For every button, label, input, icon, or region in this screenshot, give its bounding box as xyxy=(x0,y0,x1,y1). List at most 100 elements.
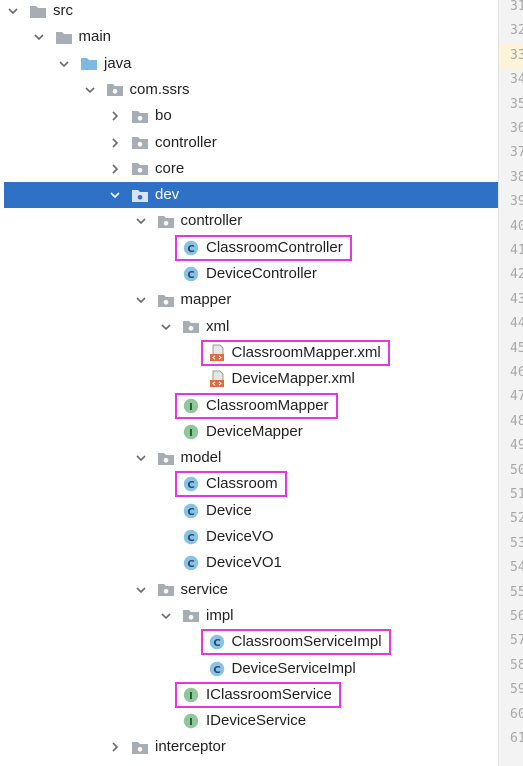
line-number: 32 xyxy=(510,23,523,39)
line-number: 53 xyxy=(510,535,523,551)
tree-node-xml[interactable]: xml xyxy=(0,314,498,340)
package-icon xyxy=(182,608,200,624)
tree-node-bo[interactable]: bo xyxy=(0,103,498,129)
package-icon xyxy=(106,82,124,98)
line-number: 34 xyxy=(510,72,523,88)
tree-node-label: controller xyxy=(180,212,243,230)
svg-text:I: I xyxy=(189,717,193,728)
line-number: 37 xyxy=(510,145,523,161)
line-number: 50 xyxy=(510,462,523,478)
tree-node-label: dev xyxy=(155,186,180,204)
line-number: 38 xyxy=(510,169,523,185)
chevron-down-icon[interactable] xyxy=(33,31,45,43)
tree-node-controller[interactable]: controller xyxy=(0,130,498,156)
chevron-down-icon[interactable] xyxy=(135,584,147,596)
chevron-right-icon[interactable] xyxy=(109,137,121,149)
tree-node-label: bo xyxy=(155,107,172,125)
tree-node-main[interactable]: main xyxy=(0,24,498,50)
tree-node-label: core xyxy=(155,159,185,177)
tree-node-devicemapper-xml[interactable]: DeviceMapper.xml xyxy=(0,366,498,392)
tree-node-impl[interactable]: impl xyxy=(0,603,498,629)
line-number: 54 xyxy=(510,560,523,576)
tree-node-model[interactable]: model xyxy=(0,445,498,471)
package-icon xyxy=(157,582,175,598)
svg-text:C: C xyxy=(187,533,194,544)
tree-node-src[interactable]: src xyxy=(0,0,498,24)
class-icon: C xyxy=(182,555,200,571)
chevron-down-icon[interactable] xyxy=(7,5,19,17)
chevron-down-icon[interactable] xyxy=(160,321,172,333)
line-number: 51 xyxy=(510,487,523,502)
project-tree[interactable]: src main java com.ssrs bo controller core dev co… xyxy=(0,0,498,766)
chevron-down-icon[interactable] xyxy=(84,84,96,96)
chevron-down-icon[interactable] xyxy=(109,189,121,201)
chevron-down-icon[interactable] xyxy=(135,452,147,464)
line-number: 44 xyxy=(510,316,523,332)
tree-node-label: ClassroomController xyxy=(206,238,343,256)
svg-text:C: C xyxy=(213,638,220,649)
chevron-down-icon[interactable] xyxy=(160,610,172,622)
tree-node-devicecontroller[interactable]: C DeviceController xyxy=(0,261,498,287)
tree-node-service[interactable]: service xyxy=(0,577,498,603)
tree-node-label: ClassroomServiceImpl xyxy=(231,633,382,651)
tree-node-deviceserviceimpl[interactable]: C DeviceServiceImpl xyxy=(0,656,498,682)
tree-node-label: impl xyxy=(206,606,234,624)
line-number: 45 xyxy=(510,340,523,356)
package-icon xyxy=(131,108,149,124)
line-number-gutter: 31 32 33 34 35 36 37 38 39 40 41 42 43 44 45 46 47 48 49 50… xyxy=(498,0,523,766)
tree-node-devicevo1[interactable]: C DeviceVO1 xyxy=(0,550,498,576)
tree-node-label: main xyxy=(78,28,112,46)
line-number: 60 xyxy=(510,706,523,722)
package-icon xyxy=(157,213,175,229)
tree-node-classroom[interactable]: C Classroom xyxy=(0,471,498,497)
tree-node-classroomserviceimpl[interactable]: C ClassroomServiceImpl xyxy=(0,629,498,655)
folder-icon xyxy=(29,3,47,19)
tree-node-devicemapper[interactable]: I DeviceMapper xyxy=(0,419,498,445)
tree-node-classroommapper[interactable]: I ClassroomMapper xyxy=(0,393,498,419)
tree-node-devicevo[interactable]: C DeviceVO xyxy=(0,524,498,550)
chevron-down-icon[interactable] xyxy=(58,58,70,70)
package-icon xyxy=(131,187,149,203)
tree-node-dev[interactable]: dev xyxy=(4,182,498,209)
class-icon: C xyxy=(182,529,200,545)
line-number: 31 xyxy=(510,0,523,14)
tree-node-com-ssrs[interactable]: com.ssrs xyxy=(0,77,498,103)
tree-node-classroomcontroller[interactable]: C ClassroomController xyxy=(0,235,498,261)
line-number: 52 xyxy=(510,511,523,527)
tree-node-label: IDeviceService xyxy=(206,712,307,730)
tree-node-java[interactable]: java xyxy=(0,51,498,77)
chevron-right-icon[interactable] xyxy=(109,163,121,175)
package-icon xyxy=(157,292,175,308)
tree-node-interceptor[interactable]: interceptor xyxy=(0,734,498,760)
chevron-right-icon[interactable] xyxy=(109,741,121,753)
tree-node-ideviceservice[interactable]: I IDeviceService xyxy=(0,708,498,734)
line-number: 42 xyxy=(510,267,523,283)
tree-node-controller[interactable]: controller xyxy=(0,208,498,234)
tree-node-device[interactable]: C Device xyxy=(0,498,498,524)
svg-text:C: C xyxy=(187,559,194,570)
line-number: 55 xyxy=(510,584,523,600)
package-icon xyxy=(131,161,149,177)
tree-node-label: com.ssrs xyxy=(129,80,190,98)
svg-text:C: C xyxy=(213,665,220,676)
tree-node-iclassroomservice[interactable]: I IClassroomService xyxy=(0,682,498,708)
tree-node-core[interactable]: core xyxy=(0,156,498,182)
tree-node-label: service xyxy=(180,580,229,598)
class-icon: C xyxy=(182,503,200,519)
tree-node-label: DeviceController xyxy=(206,265,317,282)
svg-text:C: C xyxy=(187,270,194,281)
package-icon xyxy=(157,450,175,466)
chevron-right-icon[interactable] xyxy=(109,110,121,122)
xml-file-icon xyxy=(208,344,226,361)
chevron-down-icon[interactable] xyxy=(135,294,147,306)
tree-node-mapper[interactable]: mapper xyxy=(0,287,498,313)
class-icon: C xyxy=(208,661,226,677)
tree-node-label: mapper xyxy=(180,291,232,309)
tree-node-label: ClassroomMapper xyxy=(206,396,329,414)
chevron-down-icon[interactable] xyxy=(135,215,147,227)
tree-node-label: ClassroomMapper.xml xyxy=(231,343,381,361)
tree-node-classroommapper-xml[interactable]: ClassroomMapper.xml xyxy=(0,340,498,366)
class-icon: C xyxy=(208,634,226,650)
tree-node-label: IClassroomService xyxy=(206,685,332,703)
package-icon xyxy=(131,739,149,755)
